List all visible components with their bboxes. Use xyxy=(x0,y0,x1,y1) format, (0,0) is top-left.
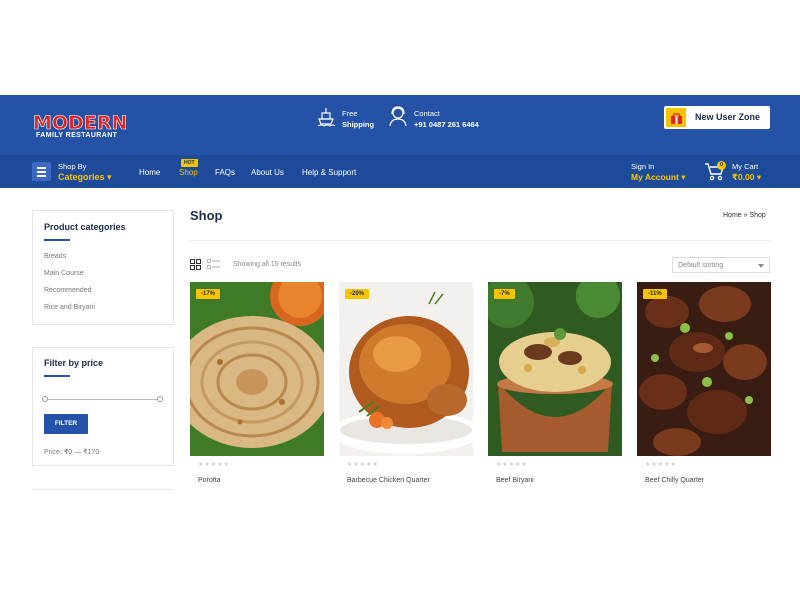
price-slider-min-handle[interactable] xyxy=(42,396,48,402)
product-categories-widget: Product categories Breads Main Course Re… xyxy=(32,210,174,325)
page: MODERN FAMILY RESTAURANT Free Shipping C… xyxy=(0,0,800,600)
results-count: Showing all 15 results xyxy=(233,261,302,268)
product-card[interactable]: -17% ★★★★★ Porotta xyxy=(190,282,324,492)
nav-shop[interactable]: Shop xyxy=(179,168,198,177)
category-link-breads[interactable]: Breads xyxy=(44,253,66,260)
product-image[interactable] xyxy=(339,282,473,456)
shipping-line1: Free xyxy=(342,109,358,118)
page-title: Shop xyxy=(190,208,223,223)
cart-total[interactable]: ₹0.00 ▾ xyxy=(732,172,761,183)
product-image[interactable] xyxy=(488,282,622,456)
rating-stars: ★★★★★ xyxy=(645,462,677,468)
category-link-recommended[interactable]: Recommended xyxy=(44,287,91,294)
grid-view-icon[interactable] xyxy=(190,259,201,270)
price-slider-track[interactable] xyxy=(44,399,162,400)
product-name[interactable]: Beef Biryani xyxy=(496,477,534,484)
price-range-text: Price: ₹0 — ₹170 xyxy=(44,449,100,456)
rating-stars: ★★★★★ xyxy=(496,462,528,468)
product-name[interactable]: Beef Chilly Quarter xyxy=(645,477,704,484)
category-link-rice-biryani[interactable]: Rice and Biryani xyxy=(44,304,95,311)
product-card[interactable]: -7% ★★★★★ Beef Biryani xyxy=(488,282,622,492)
my-cart-label: My Cart xyxy=(732,162,759,171)
product-card[interactable]: -11% ★★★★★ Beef Chilly Quarter xyxy=(637,282,771,492)
logo-subtitle: FAMILY RESTAURANT xyxy=(36,132,118,139)
chevron-down-icon xyxy=(758,264,764,268)
category-link-main-course[interactable]: Main Course xyxy=(44,270,84,277)
new-user-zone-label: New User Zone xyxy=(695,112,761,122)
breadcrumb[interactable]: Home » Shop xyxy=(723,212,766,219)
product-categories-title: Product categories xyxy=(44,222,126,232)
nav-about-us[interactable]: About Us xyxy=(251,168,284,177)
nav-faqs[interactable]: FAQs xyxy=(215,168,235,177)
shipping-line2: Shipping xyxy=(342,120,375,129)
categories-dropdown[interactable]: Categories ▾ xyxy=(58,172,112,183)
sign-in-label: Sign In xyxy=(631,162,655,171)
filter-button[interactable]: FILTER xyxy=(44,414,88,434)
hot-badge: HOT xyxy=(181,159,198,167)
price-slider-max-handle[interactable] xyxy=(157,396,163,402)
cart-count-badge: 0 xyxy=(717,161,726,170)
price-filter-title: Filter by price xyxy=(44,358,104,368)
rating-stars: ★★★★★ xyxy=(198,462,230,468)
rating-stars: ★★★★★ xyxy=(347,462,379,468)
product-card[interactable]: -20% ★★★★★ Barbecue Chicken Quarter xyxy=(339,282,473,492)
product-image[interactable] xyxy=(190,282,324,456)
nav-home[interactable]: Home xyxy=(139,168,160,177)
sort-selected-value: Default sorting xyxy=(678,262,724,269)
support-agent-icon xyxy=(389,106,407,127)
sale-badge: -11% xyxy=(643,289,667,299)
logo-title: MODERN xyxy=(33,112,128,134)
new-user-zone-button[interactable]: New User Zone xyxy=(664,106,770,129)
contact-line1: Contact xyxy=(414,109,440,118)
product-name[interactable]: Barbecue Chicken Quarter xyxy=(347,477,430,484)
nav-help-support[interactable]: Help & Support xyxy=(302,168,356,177)
ship-icon xyxy=(317,108,336,127)
price-filter-widget: Filter by price FILTER Price: ₹0 — ₹170 xyxy=(32,347,174,466)
site-logo[interactable]: MODERN FAMILY RESTAURANT xyxy=(33,113,133,143)
sale-badge: -20% xyxy=(345,289,370,299)
shop-by-label: Shop By xyxy=(58,162,87,171)
categories-menu-button[interactable] xyxy=(32,162,51,181)
sort-select[interactable]: Default sorting xyxy=(672,257,770,273)
gift-icon xyxy=(666,108,686,127)
product-image[interactable] xyxy=(637,282,771,456)
list-view-icon[interactable] xyxy=(207,259,220,270)
sale-badge: -7% xyxy=(494,289,515,299)
sale-badge: -17% xyxy=(196,289,221,299)
contact-phone[interactable]: +91 0487 261 6464 xyxy=(414,120,479,129)
product-name[interactable]: Porotta xyxy=(198,477,221,484)
my-account-dropdown[interactable]: My Account ▾ xyxy=(631,172,685,183)
